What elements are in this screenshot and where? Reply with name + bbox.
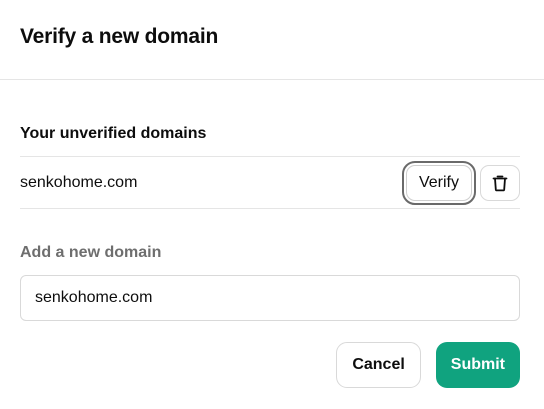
unverified-domains-heading: Your unverified domains <box>20 125 207 142</box>
dialog-footer: Cancel Submit <box>20 342 520 388</box>
domain-name: senkohome.com <box>20 173 138 191</box>
new-domain-input[interactable] <box>20 275 520 321</box>
dialog-header: Verify a new domain <box>0 0 544 80</box>
domain-row-actions: Verify <box>401 160 520 205</box>
verify-domain-dialog: Verify a new domain Your unverified doma… <box>0 0 544 409</box>
verify-button[interactable]: Verify <box>401 160 477 205</box>
new-domain-label: Add a new domain <box>20 244 162 261</box>
trash-icon <box>490 173 510 193</box>
submit-button[interactable]: Submit <box>435 342 520 388</box>
unverified-domain-row: senkohome.com Verify <box>20 156 520 209</box>
dialog-title: Verify a new domain <box>20 24 219 48</box>
cancel-button[interactable]: Cancel <box>336 342 421 388</box>
dialog-body: Your unverified domains senkohome.com Ve… <box>0 124 544 388</box>
delete-domain-button[interactable] <box>480 164 520 201</box>
